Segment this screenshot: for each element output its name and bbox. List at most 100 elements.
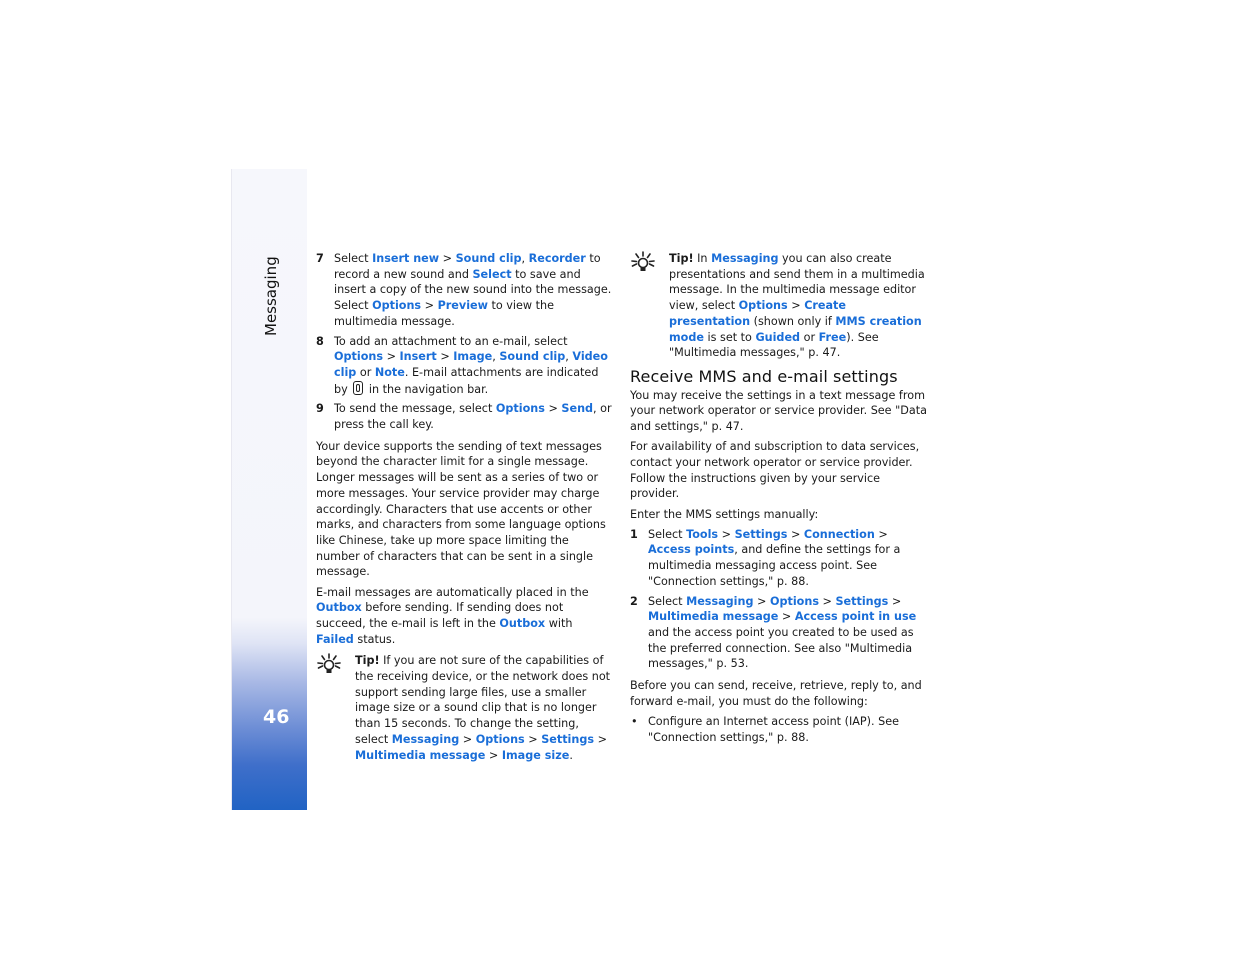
text-run: . [569, 748, 573, 762]
right-column: Tip! In Messaging you can also create pr… [630, 251, 930, 745]
menu-term: Guided [755, 330, 801, 344]
menu-term: Image [453, 350, 493, 364]
text-run: To send the message, select [334, 402, 496, 416]
text-run: > [485, 748, 502, 762]
menu-term: Settings [734, 527, 788, 541]
menu-term: Options [475, 732, 525, 746]
paragraph-outbox: E-mail messages are automatically placed… [316, 585, 612, 648]
text-run: > [436, 350, 454, 364]
text-run: or [356, 365, 375, 379]
menu-term: Sound clip [455, 252, 522, 265]
step-8: 8 To add an attachment to an e-mail, sele… [316, 334, 612, 398]
text-run: > [888, 594, 902, 608]
tip-box: Tip! In Messaging you can also create pr… [630, 251, 930, 361]
text-run: is set to [703, 330, 756, 344]
tip-label: Tip! [355, 654, 380, 668]
paragraph-email-prereq: Before you can send, receive, retrieve, … [630, 679, 922, 708]
menu-term: Settings [835, 594, 889, 608]
menu-term: Preview [437, 299, 488, 313]
menu-term: Outbox [499, 616, 546, 630]
text-run: > [819, 594, 836, 608]
section-heading: Receive MMS and e-mail settings [630, 366, 898, 386]
menu-term: Insert [399, 350, 437, 364]
paragraph-receive-settings: You may receive the settings in a text m… [630, 388, 927, 434]
step-number: 7 [316, 252, 324, 265]
menu-term: Options [738, 299, 788, 313]
lightbulb-tip-icon [631, 251, 655, 271]
text-run: E-mail messages are automatically placed… [316, 585, 589, 599]
step-number: 9 [316, 402, 324, 416]
attachment-clip-icon [353, 380, 364, 395]
text-run: Select [334, 252, 373, 265]
bullet-text: Configure an Internet access point (IAP)… [648, 714, 900, 744]
paragraph-availability: For availability of and subscription to … [630, 440, 920, 501]
text-run: > [544, 402, 562, 416]
text-run: > [459, 732, 476, 746]
tip-text: Tip! If you are not sure of the capabili… [355, 654, 610, 761]
menu-term: Failed [316, 632, 354, 646]
text-run: In [693, 252, 712, 265]
text-run: Select [648, 527, 687, 541]
text-run: To add an attachment to an e-mail, selec… [334, 334, 568, 348]
text-run: in the navigation bar. [365, 382, 489, 396]
tip-label: Tip! [669, 252, 694, 265]
menu-term: Free [818, 330, 847, 344]
step-1: 1 Select Tools > Settings > Connection > … [630, 527, 930, 590]
tip-text: Tip! In Messaging you can also create pr… [669, 252, 925, 359]
step-9: 9 To send the message, select Options > S… [316, 401, 612, 432]
menu-term: Recorder [528, 252, 586, 265]
step-2: 2 Select Messaging > Options > Settings >… [630, 594, 930, 673]
step-7: 7 Select Insert new > Sound clip, Recorde… [316, 251, 612, 330]
menu-term: Access points [648, 543, 735, 557]
menu-term: Sound clip [499, 350, 566, 364]
lightbulb-tip-icon [317, 653, 341, 674]
text-run: > [753, 594, 770, 608]
step-number: 2 [630, 594, 638, 608]
text-run: > [718, 527, 735, 541]
text-run: status. [353, 632, 396, 646]
menu-term: Messaging [686, 594, 754, 608]
text-run: > [778, 610, 795, 624]
page-number: 46 [263, 706, 290, 728]
text-run: Select [648, 594, 687, 608]
step-text: To add an attachment to an e-mail, selec… [334, 335, 608, 396]
menu-term: Connection [803, 527, 875, 541]
menu-term: Options [334, 350, 384, 364]
text-run: > [383, 350, 400, 364]
menu-term: Options [495, 402, 545, 416]
tip-box: Tip! If you are not sure of the capabili… [316, 653, 612, 763]
step-text: Select Messaging > Options > Settings > … [648, 595, 916, 671]
step-text: To send the message, select Options > Se… [334, 402, 612, 431]
step-text: Select Tools > Settings > Connection > A… [648, 528, 900, 588]
text-run: or [800, 330, 819, 344]
step-text: Select Insert new > Sound clip, Recorder… [334, 252, 611, 328]
menu-term: Multimedia message [355, 748, 486, 762]
menu-term: Settings [541, 732, 595, 746]
text-run: > [874, 527, 888, 541]
chapter-title: Messaging [262, 256, 290, 336]
step-number: 1 [630, 527, 638, 541]
bullet-item: • Configure an Internet access point (IAP… [630, 714, 930, 745]
menu-term: Tools [686, 527, 719, 541]
text-run: > [787, 299, 805, 313]
step-number: 8 [316, 334, 324, 348]
text-run: > [421, 299, 438, 313]
text-run: , [521, 252, 529, 265]
menu-term: Select [472, 267, 512, 281]
menu-term: Options [769, 594, 819, 608]
menu-term: Access point in use [794, 610, 917, 624]
text-run: (shown only if [750, 314, 836, 328]
menu-term: Insert new [372, 252, 440, 265]
text-run: > [524, 732, 542, 746]
text-run: > [787, 527, 804, 541]
menu-term: Messaging [391, 732, 460, 746]
paragraph-manual: Enter the MMS settings manually: [630, 507, 819, 521]
menu-term: Multimedia message [648, 610, 779, 624]
text-run: > [594, 732, 607, 746]
paragraph-long-messages: Your device supports the sending of text… [316, 439, 606, 579]
menu-term: Outbox [316, 601, 362, 615]
left-column: 7 Select Insert new > Sound clip, Recorde… [316, 251, 612, 763]
menu-term: Image size [501, 748, 570, 762]
text-run: > [439, 252, 456, 265]
bullet-dot: • [631, 714, 638, 728]
